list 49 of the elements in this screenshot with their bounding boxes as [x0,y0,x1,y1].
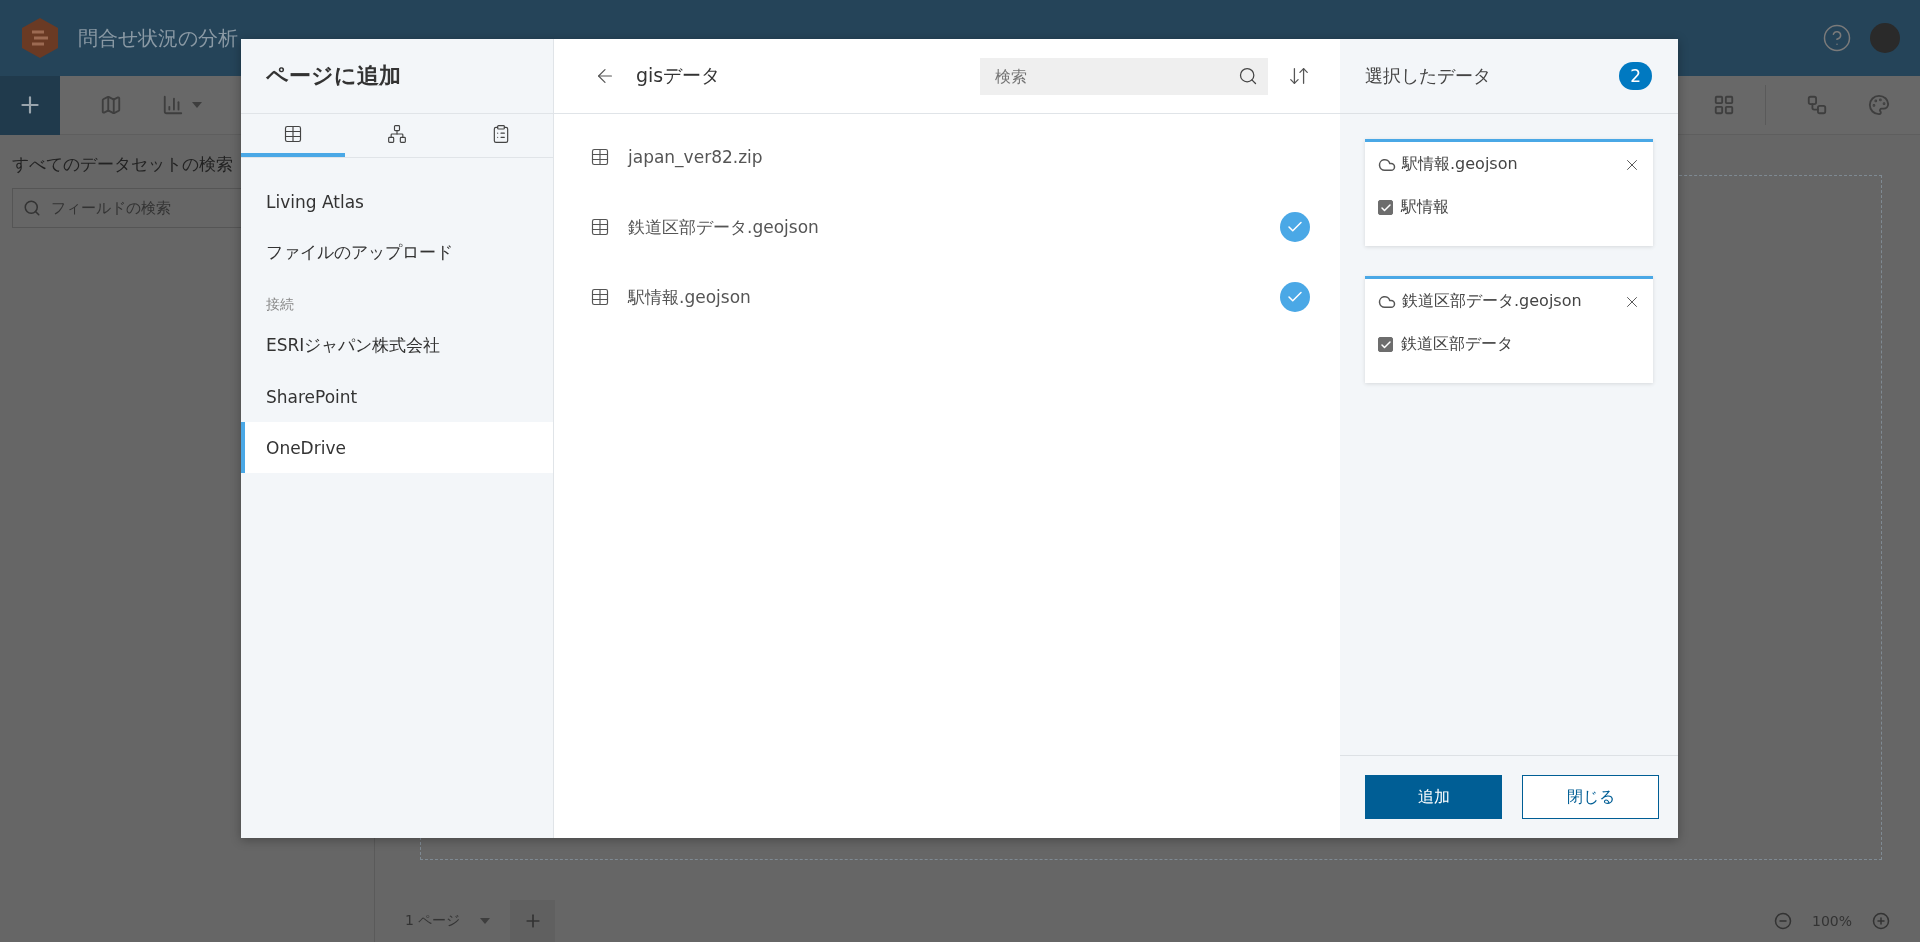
source-item[interactable]: SharePoint [241,371,553,422]
search-icon [23,199,41,217]
add-button[interactable] [0,75,60,135]
file-name[interactable]: japan_ver82.zip [628,147,1310,167]
bar-chart-icon[interactable] [162,94,184,116]
caret-icon[interactable] [480,918,491,924]
sort-button[interactable] [1288,65,1310,87]
search-icon[interactable] [1238,65,1258,86]
source-item[interactable]: ESRIジャパン株式会社 [241,320,553,371]
dialog-title: ページに追加 [241,39,553,114]
count-badge: 2 [1619,62,1652,90]
file-name[interactable]: 鉄道区部データ.geojson [628,215,1262,239]
table-icon [590,217,610,237]
hierarchy-icon [387,123,407,144]
zoom-out-icon[interactable] [1773,912,1792,930]
layer-name: 鉄道区部データ [1401,334,1513,355]
search-field[interactable]: 検索 [980,57,1268,95]
panel-heading: すべてのデータセットの検索 [12,153,234,176]
dataset-file: 駅情報.geojson [1402,154,1519,175]
map-icon[interactable] [100,94,122,116]
check-icon[interactable] [1280,282,1310,312]
table-icon [590,287,610,307]
zoom-in-icon[interactable] [1872,912,1890,930]
checkbox[interactable] [1378,337,1393,352]
table-icon [590,147,610,167]
source-item[interactable]: OneDrive [241,422,553,473]
file-name[interactable]: 駅情報.geojson [628,285,1262,309]
grid-icon[interactable] [1713,94,1735,116]
folder-title: gisデータ [636,63,722,88]
add-page-button[interactable] [510,900,556,942]
workflow-icon[interactable] [1806,94,1828,116]
close-button[interactable]: 閉じる [1522,775,1659,819]
selected-data-title: 選択したデータ [1365,64,1491,88]
layer-name: 駅情報 [1401,197,1449,218]
check-icon[interactable] [1280,212,1310,242]
help-icon[interactable] [1822,23,1852,53]
add-button[interactable]: 追加 [1365,775,1502,819]
palette-icon[interactable] [1868,94,1890,116]
dataset-file: 鉄道区部データ.geojson [1402,291,1583,312]
source-item[interactable]: ファイルのアップロード [241,227,553,278]
sort-icon [1288,65,1310,87]
section-label: 接続 [265,295,295,314]
form-icon [491,123,511,144]
table-icon [283,123,303,144]
caret-icon[interactable] [192,102,202,108]
user-avatar[interactable] [1870,23,1900,53]
app-title: 問合せ状況の分析 [78,24,238,52]
app-logo [20,16,60,60]
checkbox[interactable] [1378,200,1393,215]
